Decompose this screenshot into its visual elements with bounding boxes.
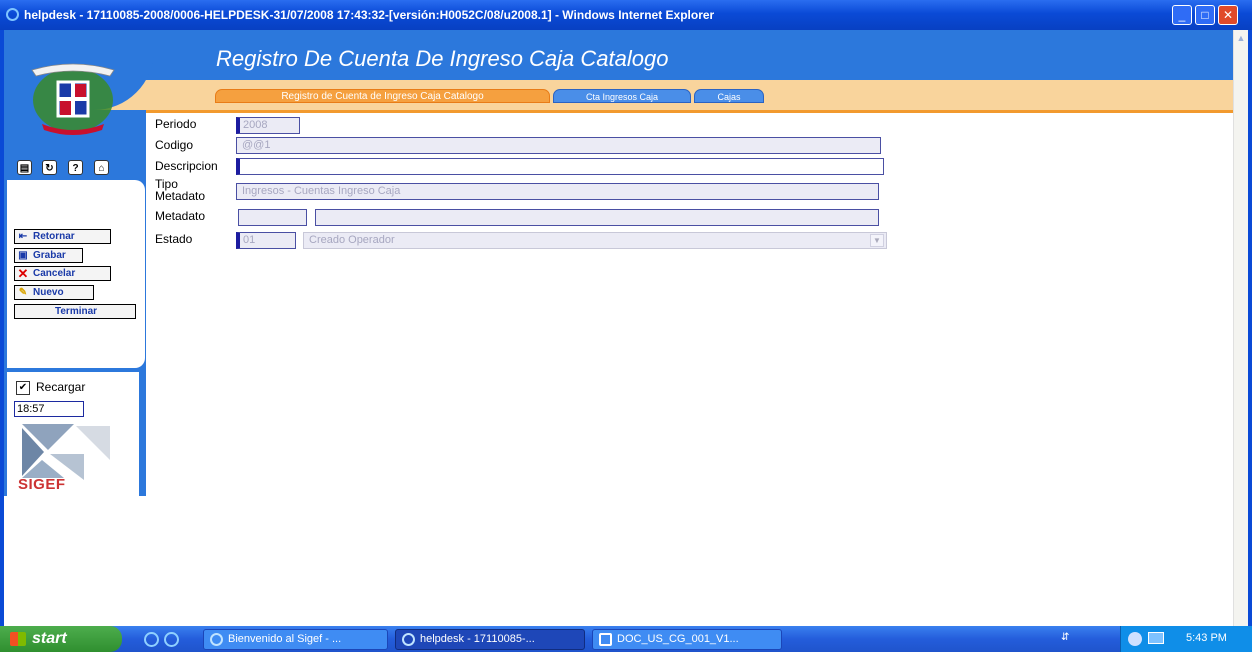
cancelar-label: Cancelar: [33, 268, 76, 279]
taskbar-item-helpdesk[interactable]: helpdesk - 17110085-...: [395, 629, 585, 650]
home-icon[interactable]: ⌂: [94, 160, 109, 175]
nuevo-button[interactable]: ✎ Nuevo: [14, 285, 94, 300]
tab-cta-ingresos-caja[interactable]: Cta Ingresos Caja: [553, 89, 691, 103]
quicklaunch-browser-icon[interactable]: [164, 632, 179, 647]
recargar-label: Recargar: [36, 380, 86, 394]
tray-security-icon[interactable]: [1128, 632, 1142, 646]
nuevo-label: Nuevo: [33, 287, 64, 298]
taskbar-item-label: helpdesk - 17110085-...: [420, 633, 535, 645]
word-document-icon: [599, 633, 612, 646]
window-title: helpdesk - 17110085-2008/0006-HELPDESK-3…: [24, 8, 715, 22]
page-title: Registro De Cuenta De Ingreso Caja Catal…: [216, 46, 669, 71]
quicklaunch-ie-icon[interactable]: [144, 632, 159, 647]
taskbar-item-doc[interactable]: DOC_US_CG_001_V1...: [592, 629, 782, 650]
reload-time-field[interactable]: 18:57: [14, 401, 84, 417]
network-icon[interactable]: ⇵: [1061, 632, 1069, 643]
internet-explorer-icon: [6, 8, 19, 21]
scroll-up-icon[interactable]: ▲: [1235, 31, 1247, 45]
codigo-field[interactable]: @@1: [236, 137, 881, 154]
descripcion-field[interactable]: [236, 158, 884, 175]
periodo-label: Periodo: [155, 117, 197, 131]
metadato-code-field[interactable]: [238, 209, 307, 226]
window-titlebar: helpdesk - 17110085-2008/0006-HELPDESK-3…: [0, 0, 1252, 30]
cancelar-button[interactable]: ✕ Cancelar: [14, 266, 111, 281]
window-frame-right: [1248, 30, 1252, 626]
refresh-icon[interactable]: ↻: [42, 160, 57, 175]
windows-flag-icon: [10, 632, 26, 646]
taskbar-item-bienvenido[interactable]: Bienvenido al Sigef - ...: [203, 629, 388, 650]
sigef-logo-text: SIGEF: [18, 476, 66, 493]
recargar-checkbox[interactable]: ✔: [16, 381, 30, 395]
save-disk-icon: ▣: [18, 250, 28, 261]
tab-strip-divider: [145, 110, 1233, 113]
tipo-metadato-label-line2: Metadato: [155, 189, 206, 203]
periodo-field[interactable]: 2008: [236, 117, 300, 134]
codigo-label: Codigo: [155, 138, 194, 152]
metadato-label: Metadato: [155, 209, 206, 223]
minimize-button[interactable]: _: [1172, 5, 1192, 25]
close-button[interactable]: ✕: [1218, 5, 1238, 25]
taskbar-item-label: DOC_US_CG_001_V1...: [617, 633, 739, 645]
estado-selected-value: Creado Operador: [309, 234, 395, 246]
terminar-button[interactable]: Terminar: [14, 304, 136, 319]
taskbar-item-label: Bienvenido al Sigef - ...: [228, 633, 342, 645]
tab-cajas[interactable]: Cajas: [694, 89, 764, 103]
start-button[interactable]: start: [0, 626, 122, 652]
estado-label: Estado: [155, 232, 193, 246]
descripcion-label: Descripcion: [155, 159, 218, 173]
retornar-label: Retornar: [33, 231, 75, 242]
tray-display-icon[interactable]: [1148, 632, 1164, 644]
grabar-button[interactable]: ▣ Grabar: [14, 248, 83, 263]
tipo-metadato-field[interactable]: Ingresos - Cuentas Ingreso Caja: [236, 183, 879, 200]
estado-select[interactable]: Creado Operador ▼: [303, 232, 887, 249]
start-label: start: [32, 630, 67, 647]
tipo-metadato-label: Tipo Metadato: [155, 178, 205, 202]
chevron-down-icon[interactable]: ▼: [870, 234, 884, 247]
ie-page-icon: [402, 633, 415, 646]
ie-page-icon: [210, 633, 223, 646]
terminar-label: Terminar: [55, 306, 98, 317]
coat-of-arms-logo: [31, 63, 115, 135]
pencil-icon: ✎: [18, 287, 28, 298]
document-icon[interactable]: ▤: [17, 160, 32, 175]
return-arrow-icon: ⇤: [18, 231, 28, 242]
metadato-description-field[interactable]: [315, 209, 879, 226]
estado-code-field[interactable]: 01: [236, 232, 296, 249]
tab-registro-cuenta[interactable]: Registro de Cuenta de Ingreso Caja Catal…: [215, 89, 550, 103]
taskbar-clock[interactable]: 5:43 PM: [1186, 632, 1227, 644]
help-icon[interactable]: ?: [68, 160, 83, 175]
retornar-button[interactable]: ⇤ Retornar: [14, 229, 111, 244]
grabar-label: Grabar: [33, 250, 66, 261]
cancel-x-icon: ✕: [17, 266, 29, 281]
maximize-button[interactable]: □: [1195, 5, 1215, 25]
vertical-scrollbar[interactable]: ▲: [1233, 30, 1248, 626]
